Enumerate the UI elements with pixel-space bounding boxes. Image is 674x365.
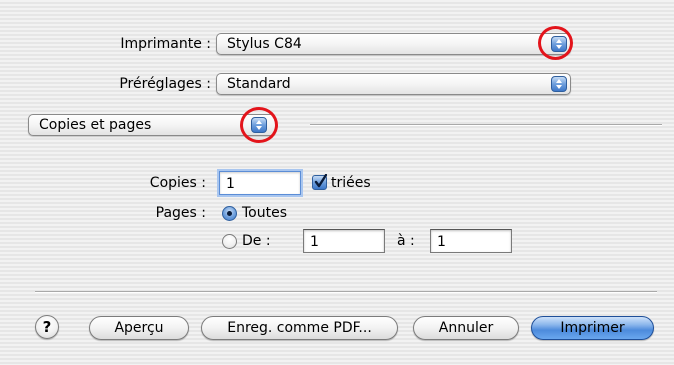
cancel-button[interactable]: Annuler xyxy=(413,316,519,340)
printer-popup-value: Stylus C84 xyxy=(227,36,302,52)
presets-popup-value: Standard xyxy=(227,76,291,92)
save-as-pdf-button[interactable]: Enreg. comme PDF... xyxy=(201,316,398,340)
panel-popup-value: Copies et pages xyxy=(39,117,152,133)
printer-popup[interactable]: Stylus C84 xyxy=(216,33,571,55)
collated-label: triées xyxy=(331,175,371,191)
bottom-separator xyxy=(35,291,657,293)
pages-from-field[interactable] xyxy=(303,229,385,253)
pages-to-field[interactable] xyxy=(430,229,512,253)
pages-range-label: De : xyxy=(242,233,271,249)
preview-button[interactable]: Aperçu xyxy=(89,316,189,340)
pages-range-radio[interactable] xyxy=(222,234,237,249)
print-button[interactable]: Imprimer xyxy=(531,316,654,340)
collated-checkbox[interactable] xyxy=(312,174,327,190)
pages-all-radio[interactable] xyxy=(222,206,237,221)
help-button[interactable]: ? xyxy=(35,315,59,339)
presets-popup[interactable]: Standard xyxy=(216,73,571,95)
panel-popup[interactable]: Copies et pages xyxy=(28,114,276,136)
copies-label: Copies : xyxy=(149,175,206,191)
highlight-circle-panel xyxy=(240,107,278,143)
printer-label: Imprimante : xyxy=(120,36,211,52)
pages-all-label: Toutes xyxy=(242,205,288,221)
highlight-circle-printer xyxy=(538,26,573,60)
copies-field[interactable] xyxy=(219,171,301,195)
presets-label: Préréglages : xyxy=(119,76,211,92)
panel-separator xyxy=(310,124,662,126)
popup-arrows-icon xyxy=(551,76,567,92)
pages-label: Pages : xyxy=(155,205,206,221)
print-dialog: Imprimante : Stylus C84 Préréglages : St… xyxy=(0,0,674,365)
pages-to-label: à : xyxy=(397,233,415,249)
